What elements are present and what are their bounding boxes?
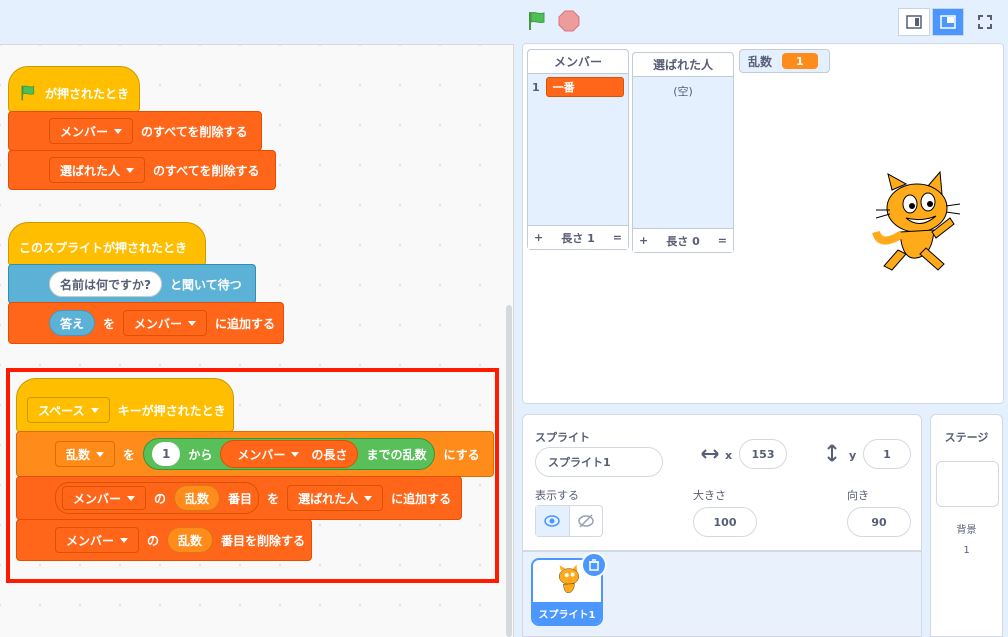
resize-handle[interactable]: = <box>613 231 622 244</box>
delete-sprite-button[interactable] <box>581 552 607 578</box>
size-input[interactable]: 100 <box>693 507 757 537</box>
list-dropdown[interactable]: 選ばれた人 <box>49 157 146 183</box>
item-value[interactable]: 一番 <box>545 77 624 97</box>
variable-value: 1 <box>782 53 818 69</box>
normal-stage-button[interactable] <box>932 8 964 36</box>
direction-label: 向き <box>847 489 869 502</box>
top-bar <box>0 0 1008 44</box>
add-answer-to-list-block[interactable]: 答え を メンバー に追加する <box>8 302 284 344</box>
direction-input[interactable]: 90 <box>847 507 911 537</box>
random-variable-monitor: 乱数 1 <box>739 49 830 73</box>
cat-sprite-icon[interactable] <box>862 170 966 280</box>
block-text: を <box>103 316 116 331</box>
block-text: のすべてを削除する <box>153 163 260 178</box>
block-text: と聞いて待つ <box>169 277 242 292</box>
caret-down-icon <box>188 320 197 326</box>
small-stage-icon <box>906 15 922 29</box>
size-label: 大きさ <box>693 489 726 502</box>
add-item-button[interactable]: + <box>534 231 543 244</box>
small-stage-button[interactable] <box>898 8 930 36</box>
stage-title: ステージ <box>944 431 989 444</box>
horizontal-arrows-icon <box>701 449 719 459</box>
code-scrollbar[interactable] <box>506 305 512 637</box>
sprite-list: スプライト1 <box>522 551 922 637</box>
x-label: x <box>725 449 733 462</box>
empty-label: (空) <box>673 85 693 98</box>
vertical-arrows-icon <box>827 444 837 462</box>
backdrop-label: 背景 <box>956 525 977 536</box>
chosen-list-monitor: 選ばれた人 (空) + 長さ 0 = <box>632 52 734 253</box>
visibility-toggle <box>535 505 603 537</box>
sprite-thumbnail-name: スプライト1 <box>533 602 601 624</box>
caret-down-icon <box>126 167 135 173</box>
list-name: 選ばれた人 <box>60 163 121 178</box>
show-button[interactable] <box>536 506 570 536</box>
green-flag-icon[interactable] <box>526 10 548 32</box>
variable-label: 乱数 <box>748 54 773 69</box>
stage-thumbnail[interactable] <box>936 461 999 507</box>
when-flag-clicked-block[interactable]: が押されたとき <box>8 66 140 112</box>
ask-text-input[interactable]: 名前は何ですか? <box>49 271 162 297</box>
stop-icon[interactable] <box>558 10 580 32</box>
item-index: 1 <box>532 80 540 94</box>
y-input[interactable]: 1 <box>863 439 911 469</box>
eye-icon <box>544 515 560 527</box>
list-dropdown[interactable]: メンバー <box>49 118 134 144</box>
list-item: 1 一番 <box>528 74 628 100</box>
answer-reporter[interactable]: 答え <box>49 310 96 336</box>
block-text: に追加する <box>215 316 276 331</box>
add-item-button[interactable]: + <box>639 234 648 247</box>
list-length: 長さ 1 <box>561 231 595 245</box>
delete-all-chosen-block[interactable]: 選ばれた人 のすべてを削除する <box>8 150 276 190</box>
delete-all-members-block[interactable]: メンバー のすべてを削除する <box>8 111 262 151</box>
list-length: 長さ 0 <box>666 234 700 248</box>
sprite-info-panel: スプライト スプライト1 x 153 y 1 表示する 大きさ 100 向き 9… <box>522 414 922 551</box>
block-text: のすべてを削除する <box>141 124 248 139</box>
normal-stage-icon <box>940 15 956 29</box>
list-name: メンバー <box>134 316 183 331</box>
highlight-box <box>6 368 499 583</box>
sprite-label: スプライト <box>535 431 590 444</box>
members-list-monitor: メンバー 1 一番 + 長さ 1 = <box>527 49 629 250</box>
backdrop-count: 1 <box>963 545 970 556</box>
fullscreen-button[interactable] <box>972 10 998 34</box>
eye-slash-icon <box>578 514 594 528</box>
hat-label: このスプライトが押されたとき <box>19 240 188 255</box>
fullscreen-icon <box>978 15 992 29</box>
when-sprite-clicked-block[interactable]: このスプライトが押されたとき <box>8 222 206 266</box>
monitor-title: メンバー <box>528 50 628 74</box>
hide-button[interactable] <box>570 506 603 536</box>
hat-label: が押されたとき <box>44 86 129 101</box>
monitor-footer: + 長さ 0 = <box>633 228 733 252</box>
x-input[interactable]: 153 <box>739 439 787 469</box>
monitor-title: 選ばれた人 <box>633 53 733 77</box>
list-dropdown[interactable]: メンバー <box>123 310 208 336</box>
caret-down-icon <box>114 128 123 134</box>
sprite-name-input[interactable]: スプライト1 <box>535 447 663 477</box>
stage-panel: ステージ 背景 1 <box>930 414 1003 637</box>
list-name: メンバー <box>60 124 109 139</box>
show-label: 表示する <box>535 489 579 502</box>
green-flag-icon <box>21 85 35 101</box>
y-label: y <box>849 449 857 462</box>
monitor-footer: + 長さ 1 = <box>528 225 628 249</box>
resize-handle[interactable]: = <box>718 234 727 247</box>
ask-and-wait-block[interactable]: 名前は何ですか? と聞いて待つ <box>8 264 256 304</box>
cat-thumbnail-icon <box>559 564 579 593</box>
trash-icon <box>589 559 599 571</box>
